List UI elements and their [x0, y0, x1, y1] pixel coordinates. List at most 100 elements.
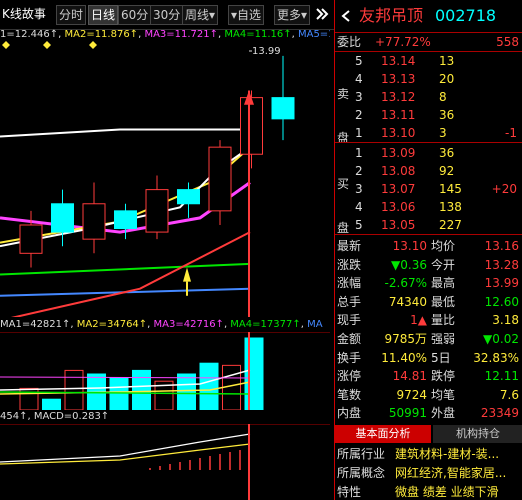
bid-price: 13.08: [381, 164, 416, 178]
stat-label: 最新: [337, 239, 362, 253]
stat-row: 现手 1▲ 量比 3.18: [335, 312, 522, 328]
ask-row[interactable]: 4 13.13 20: [335, 71, 522, 87]
stat-label: 外盘: [431, 406, 456, 421]
stat-label: 5日: [431, 350, 451, 365]
watchlist-button[interactable]: ▾自选: [228, 5, 265, 25]
macd-value: MACD=0.283↑: [33, 411, 110, 422]
tab-fundamental[interactable]: 基本面分析: [335, 425, 431, 443]
stat-label: 笔数: [337, 387, 362, 402]
bid-price: 13.06: [381, 200, 416, 214]
stock-header: 友邦吊顶 002718: [335, 4, 522, 28]
stat-row: 换手 11.40% 5日 32.83%: [335, 350, 522, 366]
bid-row[interactable]: 5 13.05 227: [335, 217, 522, 233]
ask-row[interactable]: 5 13.14 13: [335, 53, 522, 69]
bid-volume: 145: [439, 182, 462, 196]
volume-bar[interactable]: [132, 369, 151, 410]
stat-label: 涨幅: [337, 276, 362, 291]
ma-legend: 1=12.446↑, MA2=11.876↑, MA3=11.721↑, MA4…: [0, 29, 330, 41]
ask-row[interactable]: 3 13.12 8: [335, 89, 522, 105]
ask-level: 4: [355, 72, 363, 86]
volume-bar[interactable]: [244, 337, 264, 410]
stat-label: 最高: [431, 276, 456, 291]
bid-level: 2: [355, 164, 363, 178]
ma2-value: MA2=11.876↑: [64, 29, 139, 40]
volume-chart[interactable]: [0, 332, 330, 410]
stat-value: 50991: [388, 406, 427, 421]
ask-level: 2: [355, 108, 363, 122]
stat-label: 量比: [431, 313, 456, 328]
bid-row[interactable]: 3 13.07 145 +20: [335, 181, 522, 197]
stock-name: 友邦吊顶: [359, 6, 424, 25]
volume-bar[interactable]: [199, 362, 219, 410]
ask-volume: 13: [439, 54, 455, 68]
tab-intraday[interactable]: 分时: [56, 5, 87, 25]
arrows-icon[interactable]: [314, 8, 330, 20]
volume-bar[interactable]: [109, 377, 129, 410]
info-row[interactable]: 特性 微盘 绩差 业绩下滑: [335, 484, 522, 500]
volume-bar[interactable]: [177, 373, 196, 410]
info-row[interactable]: 所属行业 建筑材料-建材-装...: [335, 446, 522, 462]
stat-label: 内盘: [337, 406, 362, 421]
vol-ma2: MA2=34764↑: [76, 319, 148, 330]
info-label: 特性: [337, 485, 362, 499]
weibi-value: +77.72%: [375, 35, 431, 49]
stat-row: 总手 74340 最低 12.60: [335, 294, 522, 310]
tab-60min[interactable]: 60分: [118, 5, 152, 25]
stat-value: ▼0.02: [483, 332, 519, 346]
candlestick-chart[interactable]: 13.99: [0, 41, 330, 317]
bid-row[interactable]: 2 13.08 92: [335, 163, 522, 179]
weibi-row: 委比 +77.72% 558: [335, 34, 522, 50]
stat-label: 涨跌: [337, 257, 362, 272]
tab-weekly[interactable]: 周线▾: [182, 5, 219, 25]
stat-label: 今开: [431, 257, 456, 272]
macd-chart[interactable]: [0, 424, 330, 500]
bid-row[interactable]: 4 13.06 138: [335, 199, 522, 215]
bid-volume: 138: [439, 200, 462, 214]
more-button[interactable]: 更多▾: [274, 5, 311, 25]
stat-label: 金额: [337, 332, 362, 346]
bid-row[interactable]: 1 13.09 36: [335, 145, 522, 161]
stat-value: -2.67%: [384, 276, 427, 291]
stat-label: 总手: [337, 294, 362, 309]
info-value: 微盘 绩差 业绩下滑: [395, 485, 499, 499]
stat-value: 7.6: [499, 387, 519, 402]
stat-value: ▼0.36: [391, 257, 427, 272]
stat-row: 笔数 9724 均笔 7.6: [335, 387, 522, 403]
bid-level: 4: [355, 200, 363, 214]
stat-value: 13.16: [484, 239, 519, 253]
stat-row: 最新 13.10 均价 13.16: [335, 238, 522, 254]
stat-value: 14.81: [392, 369, 427, 384]
ask-price: 13.11: [381, 108, 416, 122]
ask-row[interactable]: 2 13.11 36: [335, 107, 522, 123]
volume-bar[interactable]: [42, 398, 61, 410]
stat-value: 12.60: [484, 294, 519, 309]
ask-row[interactable]: 1 13.10 3 -1: [335, 125, 522, 141]
bid-volume: 36: [439, 146, 455, 160]
bid-change: +20: [491, 182, 517, 196]
tab-30min[interactable]: 30分: [150, 5, 184, 25]
more-label: 更多: [277, 8, 302, 22]
stat-row: 涨幅 -2.67% 最高 13.99: [335, 275, 522, 291]
ma5-value: MA5=10.92: [297, 29, 330, 40]
ask-change: -1: [505, 126, 517, 140]
chevron-down-icon: ▾: [209, 8, 216, 22]
stat-value: 3.18: [492, 313, 519, 328]
tab-institution[interactable]: 机构持仓: [433, 425, 522, 443]
chevron-left-icon[interactable]: [341, 10, 351, 22]
info-row[interactable]: 所属概念 网红经济,智能家居...: [335, 465, 522, 481]
tab-daily[interactable]: 日线: [88, 5, 119, 25]
quote-panel: 友邦吊顶 002718 委比 +77.72% 558 5 13.14 13 4 13.1…: [334, 0, 522, 500]
vol-ma1: MA1=42821↑: [0, 319, 71, 330]
volume-bar[interactable]: [64, 369, 84, 410]
stat-value: 23349: [480, 406, 519, 421]
stock-code: 002718: [435, 6, 497, 25]
chevron-down-icon: ▾: [301, 8, 308, 22]
stat-row: 涨跌 ▼0.36 今开 13.28: [335, 257, 522, 273]
bid-price: 13.07: [381, 182, 416, 196]
stat-value: 9724: [396, 387, 427, 402]
bid-level: 3: [355, 182, 363, 196]
ask-volume: 8: [439, 90, 447, 104]
stat-value: 12.11: [484, 369, 519, 384]
ask-volume: 36: [439, 108, 455, 122]
ma1-value: 1=12.446↑: [0, 29, 59, 40]
